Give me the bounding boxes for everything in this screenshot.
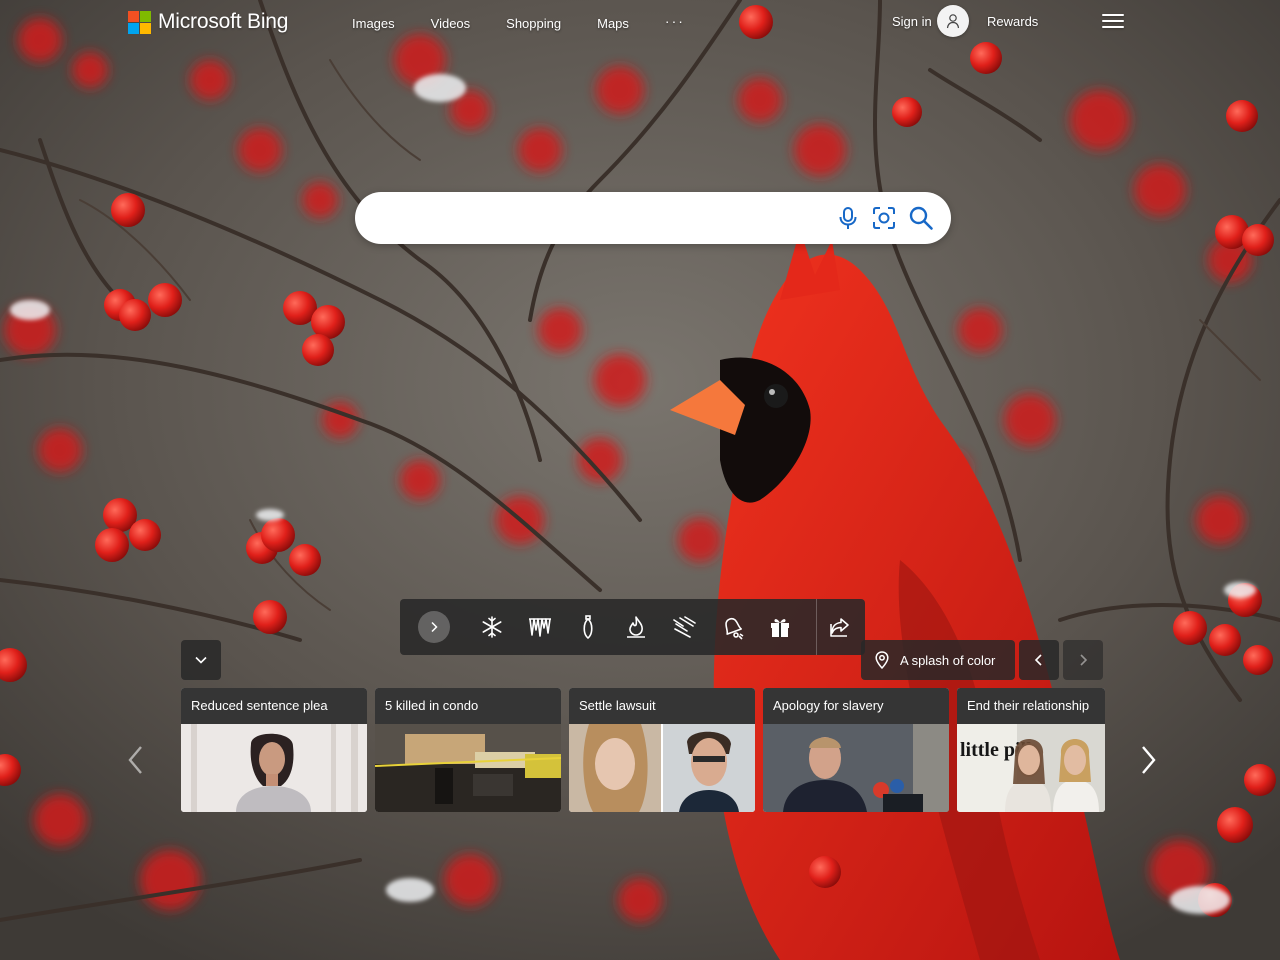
nav-videos[interactable]: Videos	[413, 16, 489, 32]
chevron-left-icon	[1034, 654, 1042, 666]
search-input[interactable]	[371, 204, 825, 234]
menu-icon[interactable]	[1102, 14, 1124, 30]
bing-logo[interactable]: Microsoft Bing	[128, 10, 288, 34]
nav-more[interactable]: ···	[647, 13, 703, 32]
search-box	[355, 192, 951, 244]
previous-image-button[interactable]	[1019, 640, 1059, 680]
chevron-right-icon	[1080, 654, 1088, 666]
icicles-icon[interactable]	[527, 614, 553, 640]
gift-icon[interactable]	[767, 614, 793, 640]
visual-search-icon[interactable]	[871, 205, 897, 231]
news-title: Apology for slavery	[763, 688, 949, 724]
chevron-down-icon	[195, 656, 207, 664]
snowfall-icon[interactable]	[671, 614, 697, 640]
image-title: A splash of color	[900, 652, 996, 668]
nav-maps[interactable]: Maps	[579, 16, 647, 32]
news-card[interactable]: End their relationship little pill	[957, 688, 1105, 812]
news-title: Settle lawsuit	[569, 688, 755, 724]
news-title: End their relationship	[957, 688, 1105, 724]
rewards-link[interactable]: Rewards	[987, 14, 1038, 29]
microphone-icon[interactable]	[835, 205, 861, 231]
news-title: 5 killed in condo	[375, 688, 561, 724]
snowflake-icon[interactable]	[479, 614, 505, 640]
news-thumbnail: little pill	[957, 724, 1105, 812]
collapse-button[interactable]	[181, 640, 221, 680]
image-info-card[interactable]: A splash of color	[861, 640, 1015, 680]
nav-images[interactable]: Images	[334, 16, 413, 32]
news-thumbnail	[375, 724, 561, 812]
sign-in-link[interactable]: Sign in	[892, 14, 932, 29]
next-image-arrow-button[interactable]	[1063, 640, 1103, 680]
news-card[interactable]: 5 killed in condo	[375, 688, 561, 812]
news-card[interactable]: Apology for slavery	[763, 688, 949, 812]
nav-shopping[interactable]: Shopping	[488, 16, 579, 32]
carousel-next-arrow-icon[interactable]	[1136, 744, 1160, 776]
news-title: Reduced sentence plea	[181, 688, 367, 724]
search-icon[interactable]	[908, 205, 934, 231]
background-image	[0, 0, 1280, 960]
news-card[interactable]: Reduced sentence plea	[181, 688, 367, 812]
chevron-right-icon	[431, 621, 438, 633]
bell-icon[interactable]	[719, 614, 745, 640]
avatar[interactable]	[937, 5, 969, 37]
toolbar-divider	[816, 599, 817, 655]
carousel-prev-arrow-icon[interactable]	[124, 744, 148, 776]
news-thumbnail	[181, 724, 367, 812]
share-icon[interactable]	[827, 614, 853, 640]
next-image-button[interactable]	[418, 611, 450, 643]
brand-name: Microsoft Bing	[158, 10, 289, 33]
news-thumbnail	[569, 724, 755, 812]
news-card[interactable]: Settle lawsuit	[569, 688, 755, 812]
ornament-icon[interactable]	[575, 614, 601, 640]
news-thumbnail	[763, 724, 949, 812]
image-toolbar	[400, 599, 865, 655]
flame-icon[interactable]	[623, 614, 649, 640]
microsoft-logo-icon	[128, 10, 151, 34]
top-nav: Images Videos Shopping Maps ···	[334, 13, 703, 32]
location-pin-icon	[875, 651, 889, 669]
user-icon	[946, 14, 960, 29]
